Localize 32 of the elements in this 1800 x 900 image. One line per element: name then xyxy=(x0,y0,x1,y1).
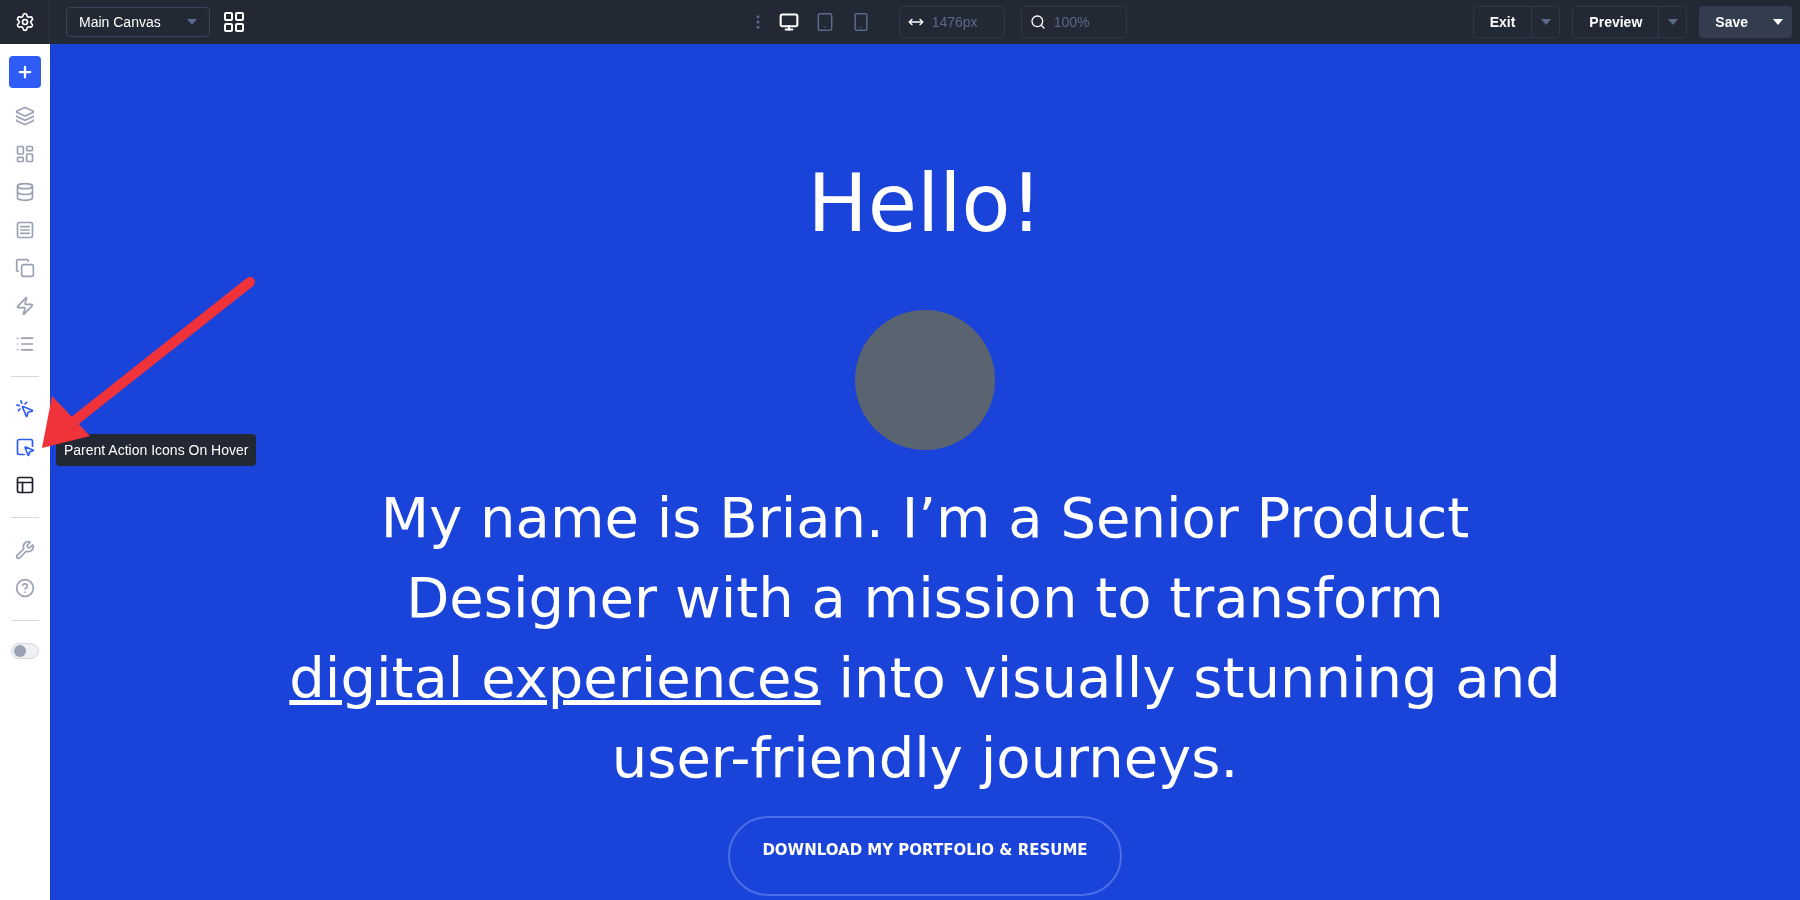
grid-icon[interactable] xyxy=(222,10,246,34)
lightning-icon[interactable] xyxy=(15,296,35,316)
download-button[interactable]: DOWNLOAD MY PORTFOLIO & RESUME xyxy=(728,816,1122,896)
database-icon[interactable] xyxy=(15,182,35,202)
layout-icon[interactable] xyxy=(15,475,35,495)
intro-link[interactable]: digital experiences xyxy=(289,645,821,710)
split-button[interactable]: Exit xyxy=(1472,6,1561,38)
caret-icon xyxy=(187,19,197,25)
split-button[interactable]: Preview xyxy=(1572,6,1688,38)
layers-icon[interactable] xyxy=(15,106,35,126)
pointer-icon[interactable] xyxy=(15,399,35,419)
form-icon[interactable] xyxy=(15,220,35,240)
shapes-icon[interactable] xyxy=(15,144,35,164)
tools-icon[interactable] xyxy=(15,540,35,560)
intro-paragraph: My name is Brian. I’m a Senior Product Designer with a mission to transform digital experiences into visually stunning and user-friendly journeys. xyxy=(288,484,1562,792)
copy-icon[interactable] xyxy=(15,258,35,278)
search-icon xyxy=(1029,14,1046,30)
split-button[interactable]: Save xyxy=(1699,6,1792,38)
settings-icon[interactable] xyxy=(14,12,35,32)
add-button[interactable] xyxy=(9,56,41,88)
pointer-box-icon[interactable] xyxy=(15,437,35,457)
theme-toggle[interactable] xyxy=(11,643,39,659)
caret-icon xyxy=(1773,19,1783,25)
page-heading: Hello! xyxy=(807,164,1043,244)
caret-icon xyxy=(1667,19,1678,25)
tooltip: Parent Action Icons On Hover xyxy=(56,434,257,466)
canvas-select[interactable]: Main Canvas xyxy=(66,7,210,37)
plus-icon xyxy=(16,63,34,81)
help-icon[interactable] xyxy=(15,578,35,598)
list-icon[interactable] xyxy=(15,334,35,354)
caret-icon xyxy=(1540,19,1551,25)
desktop-icon[interactable] xyxy=(778,12,799,32)
